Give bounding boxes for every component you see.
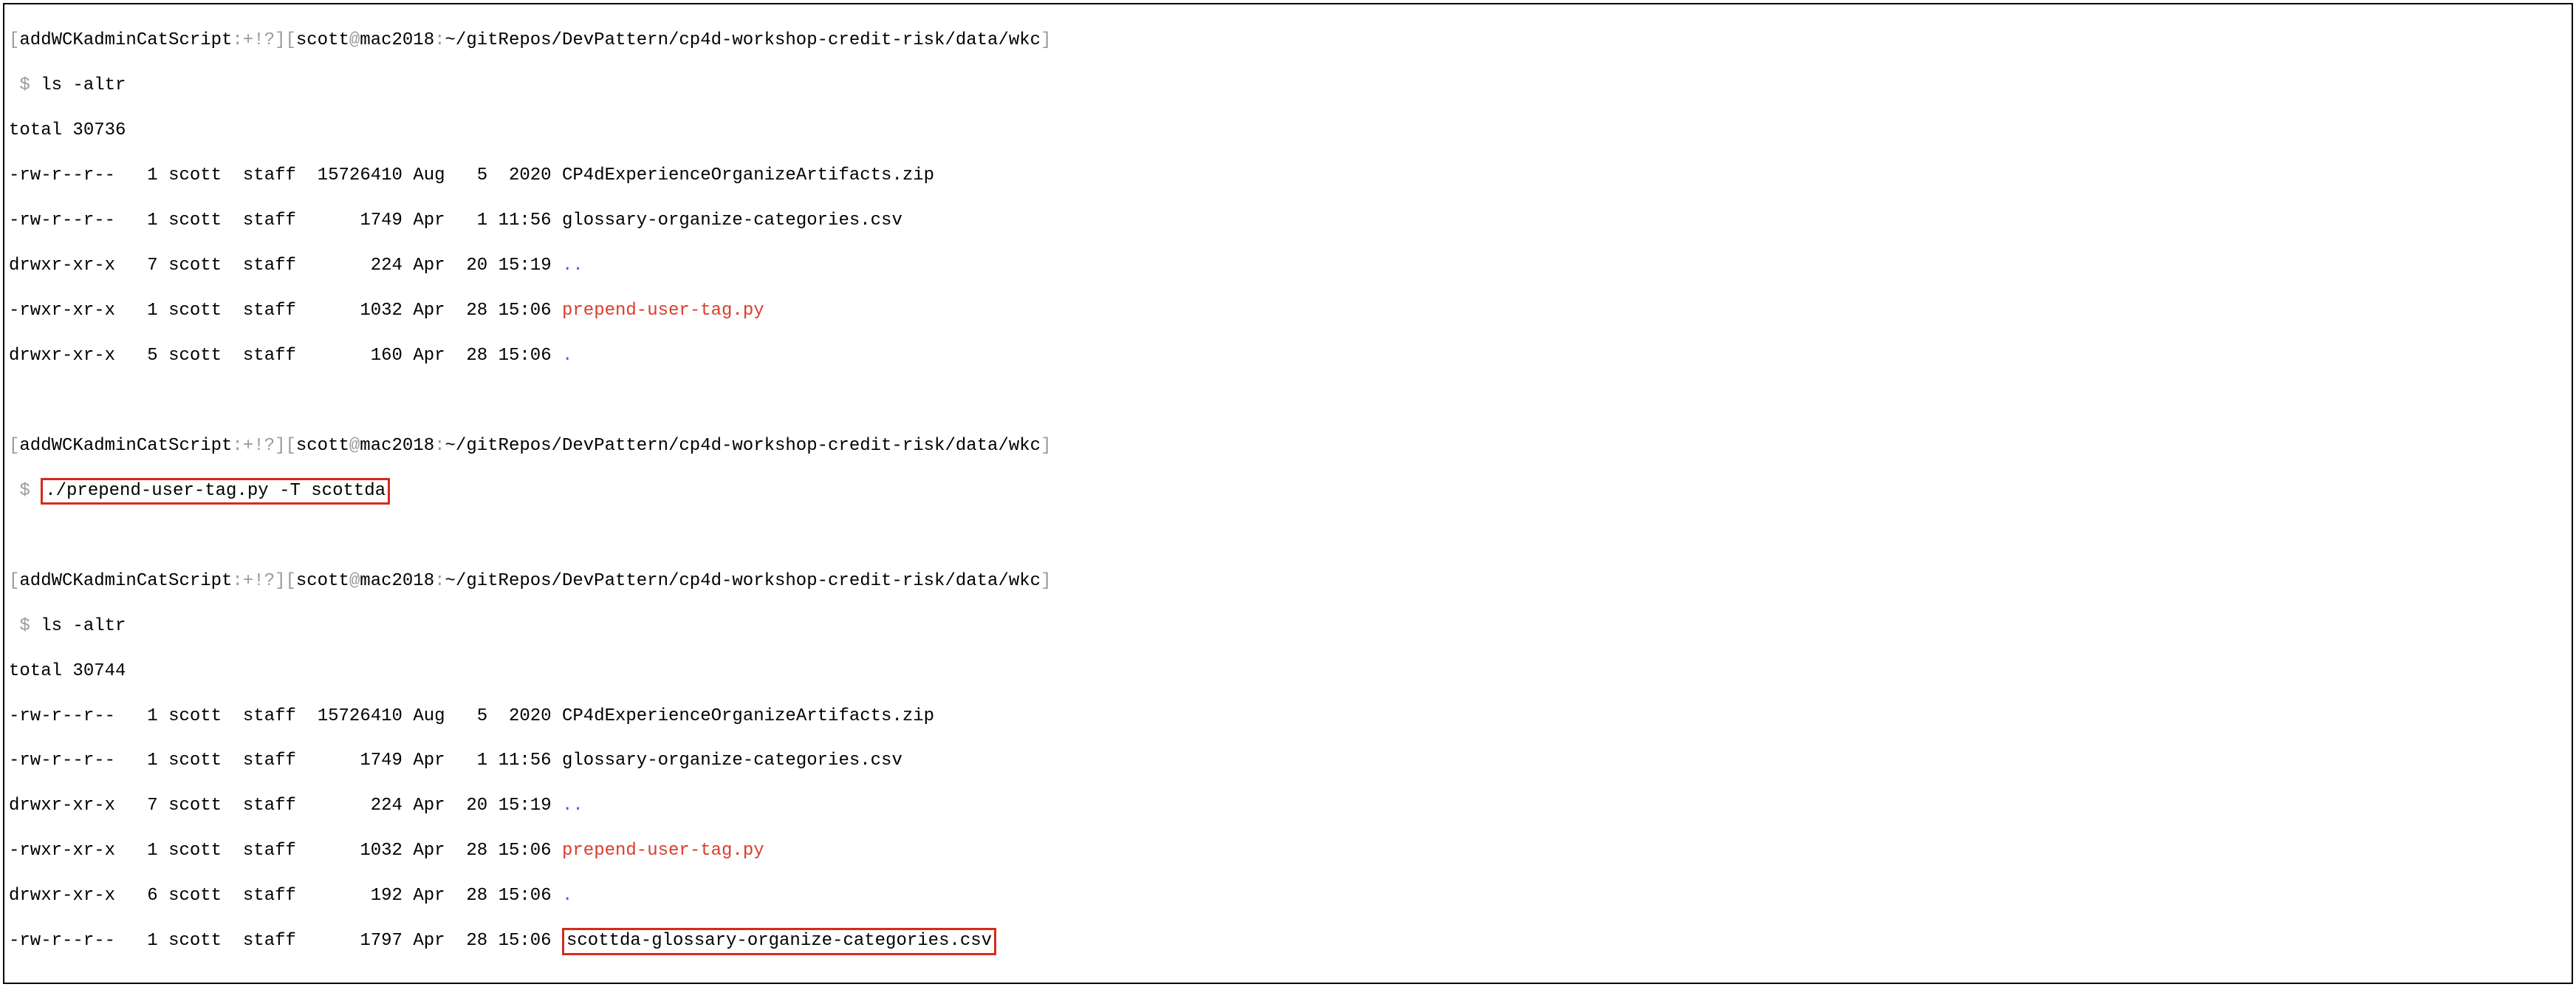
- exec-name: prepend-user-tag.py: [562, 301, 764, 321]
- host: mac2018: [360, 30, 434, 50]
- ls-row: -rwxr-xr-x 1 scott staff 1032 Apr 28 15:…: [9, 300, 2567, 322]
- command-line-1[interactable]: $ ls -altr: [9, 75, 2567, 97]
- prompt-sigil: $: [9, 75, 41, 95]
- ls-total-2: total 30744: [9, 660, 2567, 683]
- ls-row: drwxr-xr-x 7 scott staff 224 Apr 20 15:1…: [9, 255, 2567, 277]
- sep: :: [434, 30, 445, 50]
- command-text: ls -altr: [41, 75, 126, 95]
- ls-row: -rw-r--r-- 1 scott staff 1749 Apr 1 11:5…: [9, 750, 2567, 772]
- terminal-window[interactable]: [addWCKadminCatScript:+!?][scott@mac2018…: [3, 3, 2573, 984]
- command-text: ./prepend-user-tag.py -T scottda: [45, 481, 386, 501]
- highlight-output: scottda-glossary-organize-categories.csv: [562, 928, 996, 954]
- ls-row: -rwxr-xr-x 1 scott staff 1032 Apr 28 15:…: [9, 840, 2567, 862]
- blank-line: [9, 525, 2567, 547]
- dir-name: .: [562, 346, 572, 366]
- user: scott: [296, 30, 349, 50]
- ls-row: -rw-r--r-- 1 scott staff 1797 Apr 28 15:…: [9, 930, 2567, 952]
- ls-row: -rw-r--r-- 1 scott staff 1749 Apr 1 11:5…: [9, 210, 2567, 232]
- prompt-sigil: $: [9, 616, 41, 636]
- ls-row: drwxr-xr-x 7 scott staff 224 Apr 20 15:1…: [9, 795, 2567, 817]
- command-line-3[interactable]: $ ls -altr: [9, 615, 2567, 638]
- file-name: scottda-glossary-organize-categories.csv: [566, 931, 992, 951]
- bracket: [: [285, 30, 295, 50]
- git-branch: addWCKadminCatScript: [19, 30, 232, 50]
- cwd: ~/gitRepos/DevPattern/cp4d-workshop-cred…: [445, 30, 1041, 50]
- dir-name: .: [562, 886, 572, 906]
- bracket: ]: [275, 30, 285, 50]
- prompt-line-3: [addWCKadminCatScript:+!?][scott@mac2018…: [9, 570, 2567, 592]
- bracket: ]: [1041, 30, 1051, 50]
- file-name: glossary-organize-categories.csv: [562, 211, 902, 230]
- bracket: [: [9, 30, 19, 50]
- ls-row: -rw-r--r-- 1 scott staff 15726410 Aug 5 …: [9, 165, 2567, 187]
- highlight-command: ./prepend-user-tag.py -T scottda: [41, 478, 390, 505]
- at-sign: @: [349, 30, 360, 50]
- file-name: CP4dExperienceOrganizeArtifacts.zip: [562, 165, 934, 185]
- ls-row: drwxr-xr-x 5 scott staff 160 Apr 28 15:0…: [9, 345, 2567, 367]
- file-name: glossary-organize-categories.csv: [562, 751, 902, 771]
- exec-name: prepend-user-tag.py: [562, 841, 764, 861]
- prompt-line-2: [addWCKadminCatScript:+!?][scott@mac2018…: [9, 435, 2567, 457]
- prompt-sigil: $: [9, 481, 41, 501]
- dir-name: ..: [562, 796, 583, 816]
- blank-line: [9, 390, 2567, 412]
- ls-total-1: total 30736: [9, 120, 2567, 142]
- command-text: ls -altr: [41, 616, 126, 636]
- prompt-line-1: [addWCKadminCatScript:+!?][scott@mac2018…: [9, 30, 2567, 52]
- ls-row: drwxr-xr-x 6 scott staff 192 Apr 28 15:0…: [9, 885, 2567, 907]
- dir-name: ..: [562, 256, 583, 276]
- command-line-2[interactable]: $ ./prepend-user-tag.py -T scottda: [9, 480, 2567, 502]
- file-name: CP4dExperienceOrganizeArtifacts.zip: [562, 706, 934, 726]
- ls-row: -rw-r--r-- 1 scott staff 15726410 Aug 5 …: [9, 706, 2567, 728]
- git-flags: :+!?: [232, 30, 275, 50]
